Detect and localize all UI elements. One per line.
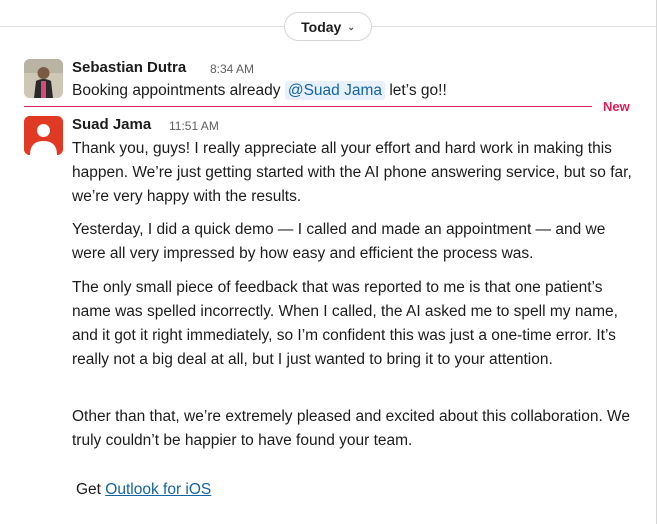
outlook-link[interactable]: Outlook for iOS <box>105 481 211 498</box>
message-text: Booking appointments already @Suad Jama … <box>72 81 447 100</box>
message-author[interactable]: Sebastian Dutra <box>72 59 186 76</box>
signature-prefix: Get <box>76 481 101 498</box>
message-paragraph: Yesterday, I did a quick demo — I called… <box>72 221 606 262</box>
new-messages-divider <box>24 106 592 107</box>
message-paragraph: Thank you, guys! I really appreciate all… <box>72 140 632 205</box>
message-paragraph: Other than that, we’re extremely pleased… <box>72 408 631 449</box>
avatar-sebastian[interactable] <box>24 59 63 98</box>
email-signature: Get Outlook for iOS <box>76 481 211 499</box>
message-author[interactable]: Suad Jama <box>72 116 151 133</box>
user-mention[interactable]: @Suad Jama <box>284 81 385 100</box>
message-timestamp[interactable]: 11:51 AM <box>169 119 219 133</box>
avatar-suad[interactable] <box>24 116 63 155</box>
message-timestamp[interactable]: 8:34 AM <box>210 62 254 76</box>
chevron-down-icon: ⌄ <box>347 21 355 32</box>
date-divider-button[interactable]: Today ⌄ <box>284 12 372 41</box>
message-text-before: Booking appointments already <box>72 82 281 99</box>
date-divider-label: Today <box>301 18 342 35</box>
message-paragraph: The only small piece of feedback that wa… <box>72 279 618 368</box>
message-text-after: let’s go!! <box>389 82 447 99</box>
new-messages-label: New <box>603 99 630 114</box>
